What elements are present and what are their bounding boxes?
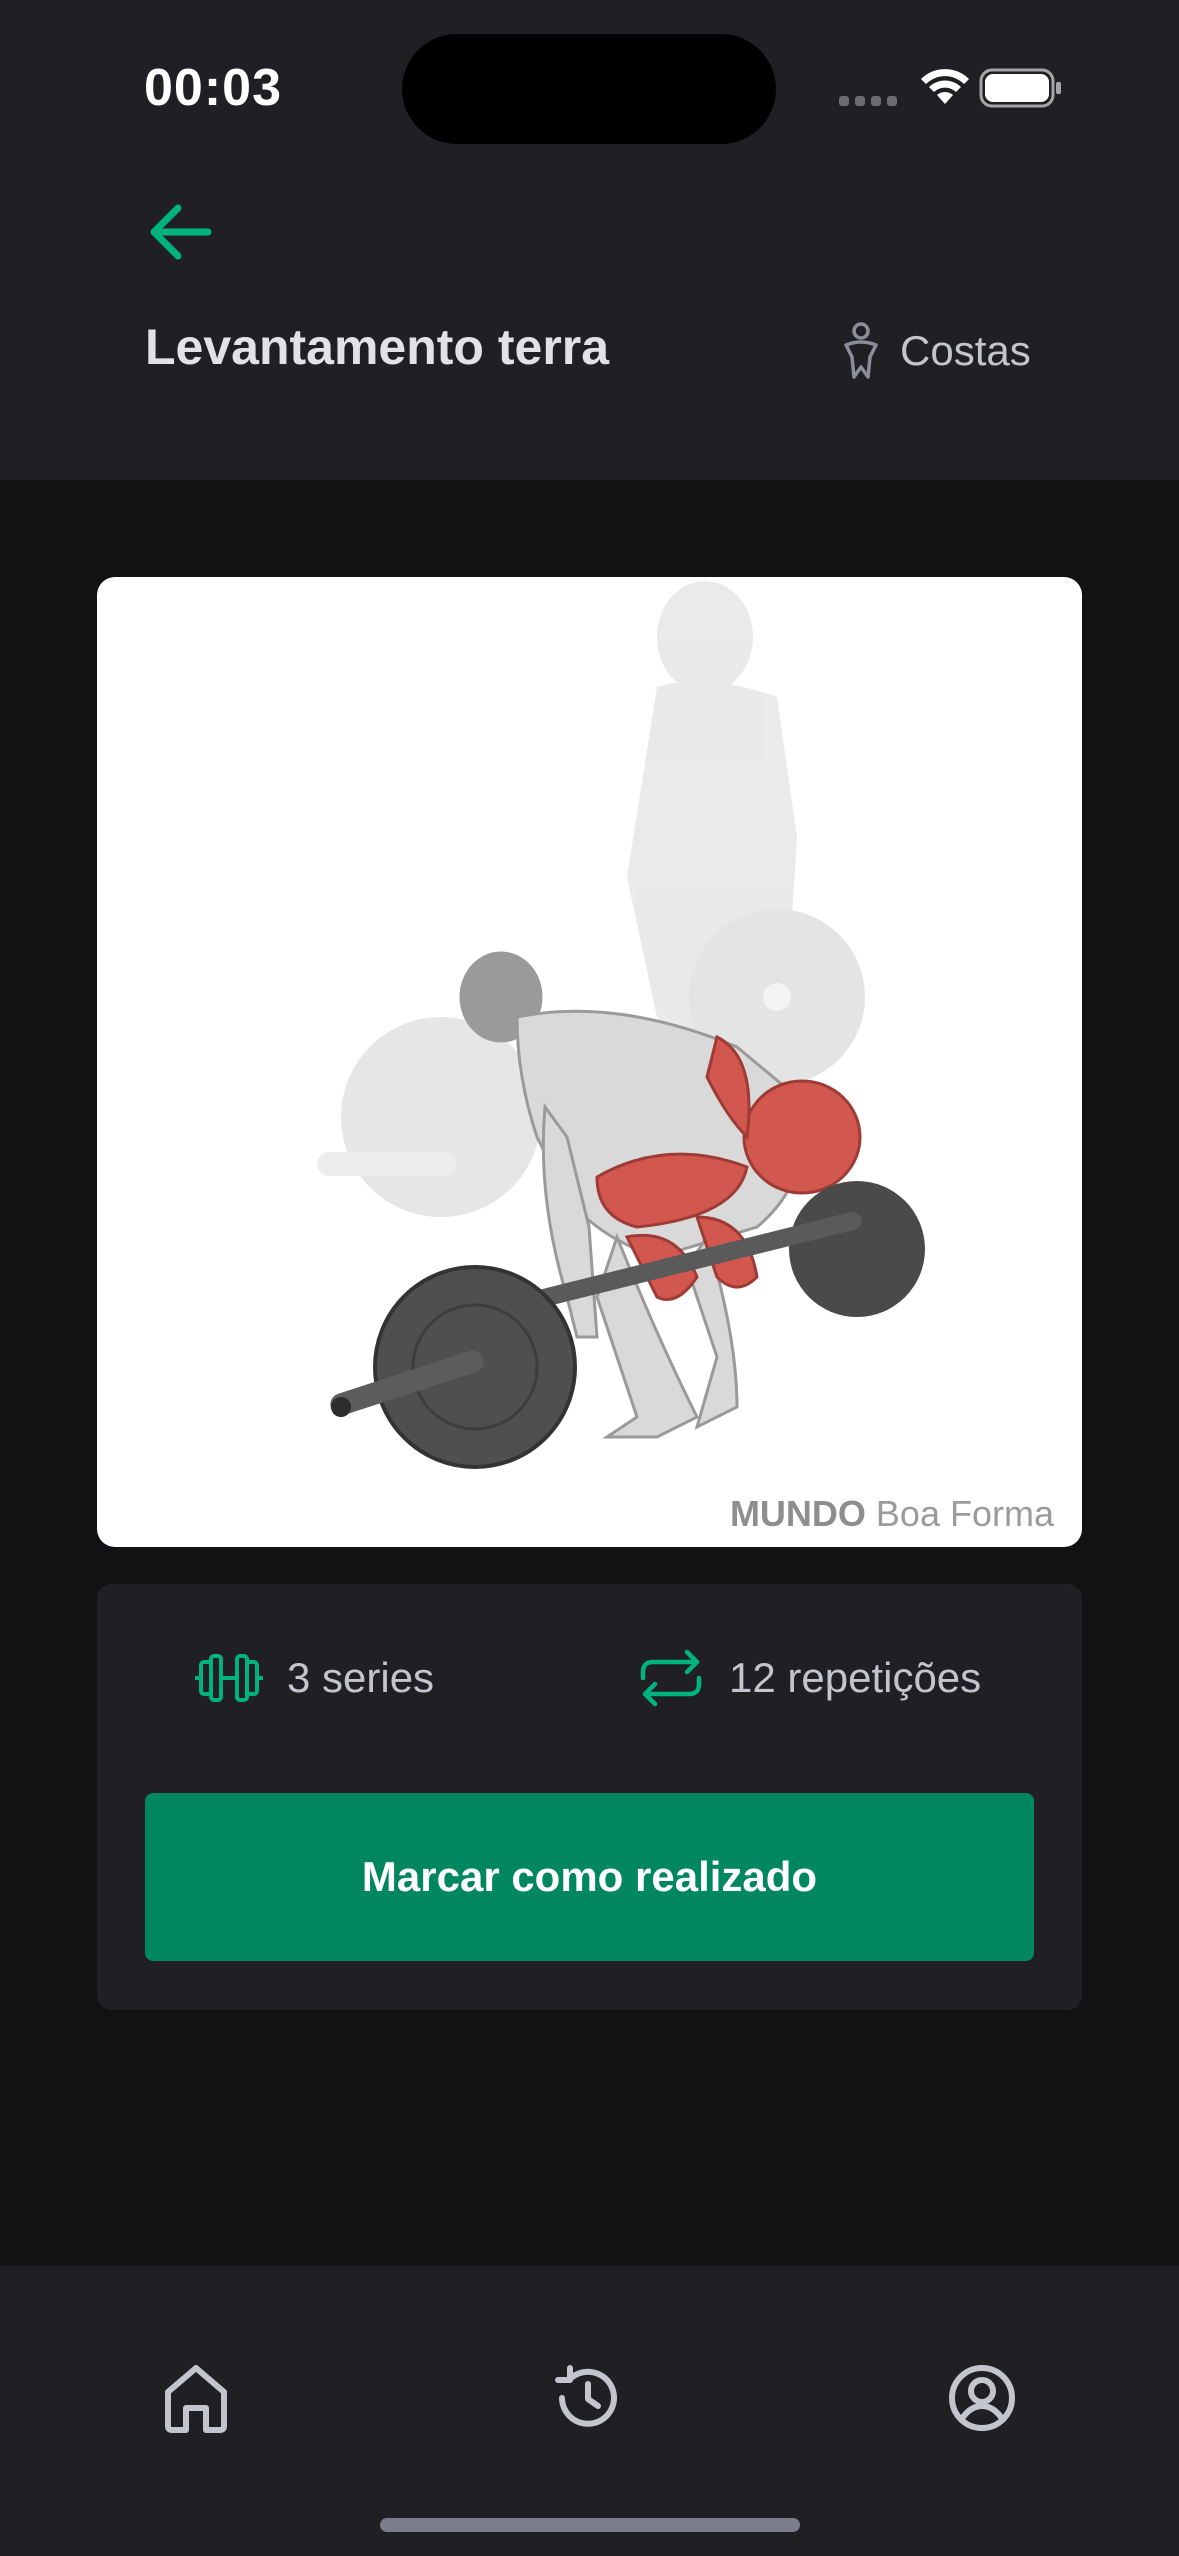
exercise-image: MUNDO Boa Forma <box>97 577 1082 1547</box>
status-time: 00:03 <box>144 59 282 117</box>
tab-history[interactable] <box>548 2358 628 2438</box>
series-stat: 3 series <box>193 1646 434 1710</box>
status-icons <box>839 62 1079 112</box>
exercise-stats-panel: 3 series 12 repetições Marcar como reali… <box>97 1584 1082 2010</box>
profile-icon <box>949 2365 1015 2431</box>
body-icon <box>844 322 878 379</box>
repetitions-stat: 12 repetições <box>635 1646 981 1710</box>
history-icon <box>555 2365 617 2427</box>
watermark-bold: MUNDO <box>729 1493 866 1534</box>
deadlift-illustration <box>317 581 925 1469</box>
dynamic-island <box>402 34 776 144</box>
home-indicator[interactable] <box>380 2518 800 2532</box>
home-icon <box>165 2365 227 2433</box>
repetitions-label: 12 repetições <box>729 1654 982 1701</box>
dumbbell-icon <box>195 1654 263 1702</box>
tab-profile[interactable] <box>942 2358 1022 2438</box>
header: 00:03 Levantamento terra Costas <box>0 0 1179 480</box>
mark-done-button[interactable]: Marcar como realizado <box>145 1793 1034 1961</box>
muscle-group-label: Costas <box>900 327 1031 374</box>
screen: 00:03 Levantamento terra Costas MUNDO Bo… <box>0 0 1179 2556</box>
bottom-tab-bar <box>0 2266 1179 2556</box>
battery-icon <box>979 68 1061 108</box>
wifi-icon <box>921 69 969 104</box>
cellular-signal-icon <box>839 96 899 106</box>
exercise-title: Levantamento terra <box>145 319 610 375</box>
repeat-icon <box>640 1649 702 1707</box>
back-button[interactable] <box>146 200 216 264</box>
series-label: 3 series <box>287 1654 435 1701</box>
watermark-rest: Boa Forma <box>865 1493 1054 1534</box>
tab-home[interactable] <box>156 2358 236 2438</box>
muscle-group-tag: Costas <box>838 318 1031 384</box>
arrow-left-icon <box>150 204 212 260</box>
image-watermark: MUNDO Boa Forma <box>730 1493 1054 1535</box>
